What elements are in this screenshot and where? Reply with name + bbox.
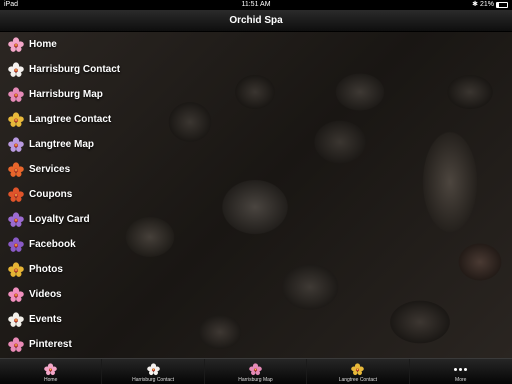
menu-item-harrisburg-contact[interactable]: Harrisburg Contact — [0, 57, 140, 82]
purple-orchid-icon — [8, 236, 24, 253]
menu-item-photos[interactable]: Photos — [0, 257, 140, 282]
lavender-orchid-icon — [8, 136, 24, 153]
orange-orchid-icon — [8, 161, 24, 178]
nav-bar: Orchid Spa — [0, 10, 512, 32]
menu-item-label: Facebook — [29, 239, 76, 250]
menu-item-label: Home — [29, 39, 57, 50]
white-orchid-icon — [8, 61, 24, 78]
white-orchid-icon — [146, 362, 160, 376]
tab-langtree-contact[interactable]: Langtree Contact — [307, 359, 410, 384]
pink-orchid-icon — [44, 362, 57, 376]
menu-item-label: Langtree Contact — [29, 114, 112, 125]
tab-more[interactable]: More — [410, 359, 512, 384]
tab-home[interactable]: Home — [0, 359, 103, 384]
menu-item-label: Harrisburg Contact — [29, 64, 121, 75]
menu-item-label: Langtree Map — [29, 139, 95, 150]
menu-item-services[interactable]: Services — [0, 157, 140, 182]
tab-harrisburg-contact[interactable]: Harrisburg Contact — [102, 359, 205, 384]
menu-item-label: Photos — [29, 264, 63, 275]
bluetooth-icon: ✱ — [472, 1, 478, 8]
menu-item-coupons[interactable]: Coupons — [0, 182, 140, 207]
yellow-orchid-icon — [8, 111, 24, 128]
more-dots-icon — [454, 362, 468, 376]
menu-item-label: Services — [29, 164, 71, 175]
tab-bar: Home Harrisburg Contact Harrisburg Map L… — [0, 358, 512, 384]
yellow-orchid-icon — [8, 261, 24, 278]
battery-percent: 21% — [479, 1, 494, 8]
pink-orchid-icon — [8, 86, 24, 103]
menu-item-home[interactable]: Home — [0, 32, 140, 57]
menu-item-label: Pinterest — [29, 339, 72, 350]
pink-orchid-icon — [8, 286, 24, 303]
page-title: Orchid Spa — [229, 15, 283, 26]
menu-item-label: Loyalty Card — [29, 214, 90, 225]
clock: 11:51 AM — [241, 1, 271, 8]
menu-item-loyalty-card[interactable]: Loyalty Card — [0, 207, 140, 232]
pink-orchid-icon — [249, 362, 262, 376]
pink-orchid-icon — [8, 336, 24, 353]
tab-label: Home — [44, 377, 58, 383]
menu-item-label: Harrisburg Map — [29, 89, 103, 100]
battery-icon — [496, 2, 508, 8]
menu-item-label: Coupons — [29, 189, 73, 200]
menu-item-langtree-contact[interactable]: Langtree Contact — [0, 107, 140, 132]
menu-item-videos[interactable]: Videos — [0, 282, 140, 307]
tab-label: Harrisburg Contact — [132, 377, 175, 383]
battery-status: ✱ 21% — [472, 0, 508, 10]
yellow-orchid-icon — [351, 362, 365, 376]
tab-label: Langtree Contact — [338, 377, 378, 383]
orange-red-orchid-icon — [8, 186, 24, 203]
tab-label: More — [455, 377, 467, 383]
menu-item-facebook[interactable]: Facebook — [0, 232, 140, 257]
status-bar: iPad 11:51 AM ✱ 21% — [0, 0, 512, 10]
white-orchid-icon — [8, 311, 24, 328]
menu-item-pinterest[interactable]: Pinterest — [0, 332, 140, 357]
tab-harrisburg-map[interactable]: Harrisburg Map — [205, 359, 308, 384]
menu-item-langtree-map[interactable]: Langtree Map — [0, 132, 140, 157]
pink-orchid-icon — [8, 36, 24, 53]
menu-item-events[interactable]: Events — [0, 307, 140, 332]
purple-orchid-icon — [8, 211, 24, 228]
menu-item-harrisburg-map[interactable]: Harrisburg Map — [0, 82, 140, 107]
menu-item-label: Videos — [29, 289, 62, 300]
side-menu: Home Harrisburg Contact Harrisburg Map L… — [0, 32, 140, 357]
tab-label: Harrisburg Map — [238, 377, 273, 383]
menu-item-label: Events — [29, 314, 62, 325]
